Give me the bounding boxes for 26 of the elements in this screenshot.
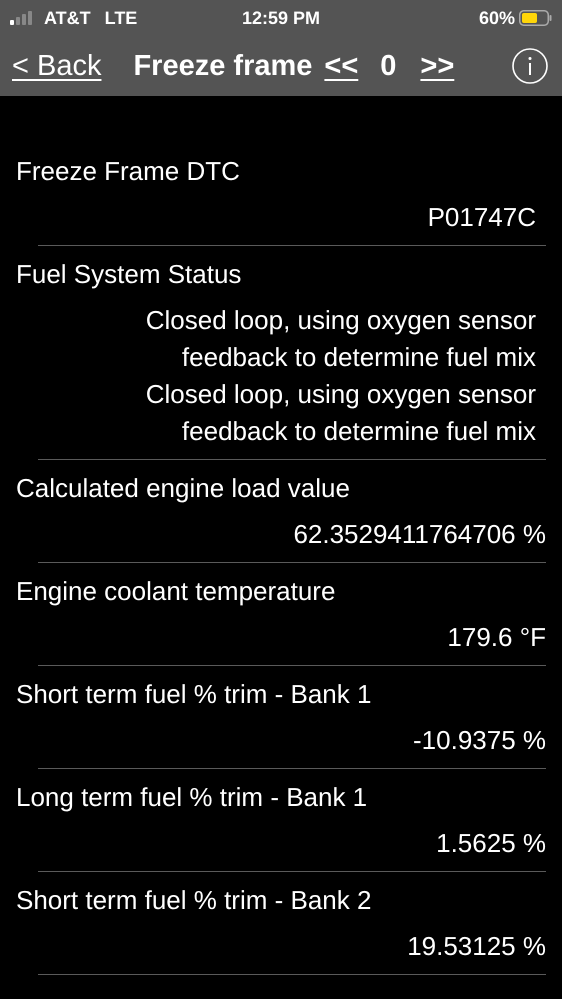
battery-percent: 60% <box>478 8 515 28</box>
next-link[interactable]: >> <box>420 50 454 82</box>
screen-title: Freeze frame <box>133 50 312 82</box>
field-value: 19.53125 % <box>407 930 546 963</box>
field-value: -10.9375 % <box>413 724 546 757</box>
field-label: Fuel System Status <box>15 258 242 291</box>
field-label: Engine coolant temperature <box>15 575 336 608</box>
field-label: Freeze Frame DTC <box>15 155 241 188</box>
info-icon[interactable] <box>512 48 548 84</box>
field-label: Short term fuel % trim - Bank 1 <box>15 678 372 711</box>
clock-time: 12:59 PM <box>242 8 320 28</box>
field-value: Closed loop, using oxygen sensor feedback to determine fuel mix <box>144 304 536 374</box>
battery-icon <box>519 10 552 26</box>
field-value: Closed loop, using oxygen sensor feedback to determine fuel mix <box>144 378 536 448</box>
previous-link[interactable]: << <box>324 50 358 82</box>
back-link[interactable]: < Back <box>12 50 102 82</box>
field-value: P01747C <box>428 201 536 234</box>
field-value: 1.5625 % <box>436 827 546 860</box>
frame-number: 0 <box>380 50 396 82</box>
carrier-name: AT&T <box>44 8 91 28</box>
network-type: LTE <box>104 8 138 28</box>
field-label: Long term fuel % trim - Bank 1 <box>15 781 368 814</box>
field-value: 62.3529411764706 % <box>293 518 546 551</box>
field-value: 179.6 °F <box>447 621 546 654</box>
field-label: Calculated engine load value <box>15 472 351 505</box>
field-label: Short term fuel % trim - Bank 2 <box>15 884 372 917</box>
